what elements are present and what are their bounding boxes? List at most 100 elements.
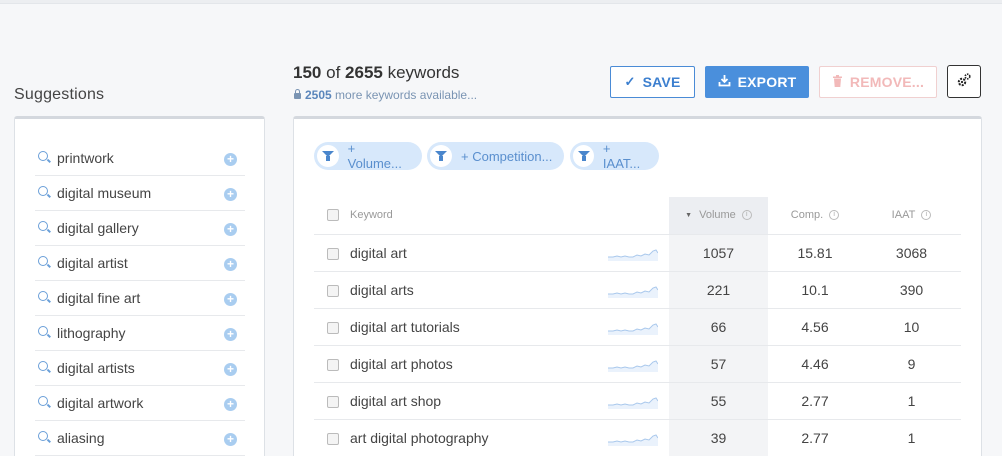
search-icon — [38, 256, 48, 266]
row-checkbox[interactable] — [327, 247, 339, 260]
column-volume-label: Volume — [699, 209, 736, 222]
suggestions-list: printwork + digital museum + digital galle… — [35, 141, 245, 456]
column-volume[interactable]: ▼ Volume i — [669, 197, 768, 235]
suggestion-label: lithography — [57, 325, 126, 341]
trend-sparkline — [608, 345, 669, 383]
table-row[interactable]: digital art photos 57 4.46 9 — [314, 345, 961, 383]
row-checkbox-cell — [314, 419, 350, 456]
export-button[interactable]: EXPORT — [705, 66, 809, 98]
suggestion-item[interactable]: digital museum + — [35, 176, 245, 211]
trend-sparkline — [608, 419, 669, 456]
suggestion-item[interactable]: digital artwork + — [35, 386, 245, 421]
filter-iaat[interactable]: + IAAT... — [570, 141, 659, 171]
iaat-cell: 1 — [862, 419, 961, 456]
comp-cell: 2.77 — [768, 419, 862, 456]
column-trend — [608, 197, 669, 235]
table-row[interactable]: digital art 1057 15.81 3068 — [314, 234, 961, 272]
keyword-cell: digital art tutorials — [350, 308, 608, 346]
filter-label: + IAAT... — [602, 141, 641, 171]
table-row[interactable]: digital arts 221 10.1 390 — [314, 271, 961, 309]
row-checkbox[interactable] — [327, 432, 339, 445]
settings-button[interactable] — [947, 65, 981, 98]
keyword-cell: art digital photography — [350, 419, 608, 456]
save-button[interactable]: ✓ SAVE — [610, 66, 695, 98]
add-icon[interactable]: + — [224, 188, 237, 201]
iaat-cell: 3068 — [862, 234, 961, 272]
filter-competition[interactable]: + Competition... — [427, 142, 564, 170]
suggestion-item[interactable]: digital artists + — [35, 351, 245, 386]
add-icon[interactable]: + — [224, 153, 237, 166]
iaat-cell: 9 — [862, 345, 961, 383]
row-checkbox[interactable] — [327, 284, 339, 297]
table-row[interactable]: digital art shop 55 2.77 1 — [314, 382, 961, 420]
row-checkbox[interactable] — [327, 395, 339, 408]
trend-sparkline — [608, 382, 669, 420]
suggestion-label: digital gallery — [57, 220, 139, 236]
add-icon[interactable]: + — [224, 363, 237, 376]
remove-button[interactable]: REMOVE... — [819, 66, 937, 98]
filter-icon — [317, 145, 339, 167]
more-count: 2505 — [305, 88, 332, 102]
column-iaat[interactable]: IAAT i — [862, 197, 961, 235]
keyword-cell: digital art shop — [350, 382, 608, 420]
suggestion-label: printwork — [57, 150, 114, 166]
add-icon[interactable]: + — [224, 433, 237, 446]
suggestion-label: aliasing — [57, 430, 105, 446]
table-row[interactable]: digital art tutorials 66 4.56 10 — [314, 308, 961, 346]
column-comp[interactable]: Comp. i — [768, 197, 862, 235]
suggestion-label: digital fine art — [57, 290, 141, 306]
search-icon — [38, 361, 48, 371]
search-icon — [38, 186, 48, 196]
lock-icon — [294, 89, 301, 99]
more-text: more keywords available... — [335, 88, 478, 102]
suggestions-title: Suggestions — [14, 86, 105, 103]
iaat-cell: 1 — [862, 382, 961, 420]
volume-cell: 221 — [669, 271, 768, 309]
add-icon[interactable]: + — [224, 293, 237, 306]
iaat-cell: 390 — [862, 271, 961, 309]
add-icon[interactable]: + — [224, 328, 237, 341]
keyword-cell: digital art — [350, 234, 608, 272]
shown-count: 150 — [293, 63, 322, 82]
volume-cell: 66 — [669, 308, 768, 346]
info-icon[interactable]: i — [921, 210, 932, 221]
trend-sparkline — [608, 271, 669, 309]
suggestion-item[interactable]: lithography + — [35, 316, 245, 351]
add-icon[interactable]: + — [224, 223, 237, 236]
more-keywords[interactable]: 2505 more keywords available... — [294, 88, 477, 102]
row-checkbox[interactable] — [327, 358, 339, 371]
suggestion-item[interactable]: aliasing + — [35, 421, 245, 456]
table-row[interactable]: art digital photography 39 2.77 1 — [314, 419, 961, 456]
iaat-cell: 10 — [862, 308, 961, 346]
add-icon[interactable]: + — [224, 398, 237, 411]
suggestion-label: digital artist — [57, 255, 128, 271]
volume-cell: 57 — [669, 345, 768, 383]
info-icon[interactable]: i — [741, 210, 752, 221]
count-unit: keywords — [387, 63, 460, 82]
filter-label: + Volume... — [347, 141, 402, 171]
filter-icon — [573, 145, 594, 167]
keyword-count: 150 of 2655 keywords — [293, 63, 459, 83]
comp-cell: 15.81 — [768, 234, 862, 272]
column-keyword[interactable]: Keyword — [350, 197, 608, 235]
keyword-cell: digital art photos — [350, 345, 608, 383]
select-all-checkbox[interactable] — [327, 209, 339, 222]
filter-volume[interactable]: + Volume... — [314, 141, 422, 171]
row-checkbox[interactable] — [327, 321, 339, 334]
keywords-table: Keyword ▼ Volume i Comp. i IAAT i digital ar… — [314, 197, 961, 456]
info-icon[interactable]: i — [829, 210, 840, 221]
row-checkbox-cell — [314, 382, 350, 420]
suggestion-item[interactable]: digital fine art + — [35, 281, 245, 316]
search-icon — [38, 151, 48, 161]
add-icon[interactable]: + — [224, 258, 237, 271]
suggestion-item[interactable]: digital gallery + — [35, 211, 245, 246]
search-icon — [38, 431, 48, 441]
suggestion-item[interactable]: digital artist + — [35, 246, 245, 281]
trend-sparkline — [608, 308, 669, 346]
volume-cell: 39 — [669, 419, 768, 456]
suggestions-panel: printwork + digital museum + digital galle… — [14, 116, 265, 456]
suggestion-label: digital artwork — [57, 395, 144, 411]
suggestion-item[interactable]: printwork + — [35, 141, 245, 176]
volume-cell: 1057 — [669, 234, 768, 272]
trash-icon — [832, 74, 843, 90]
